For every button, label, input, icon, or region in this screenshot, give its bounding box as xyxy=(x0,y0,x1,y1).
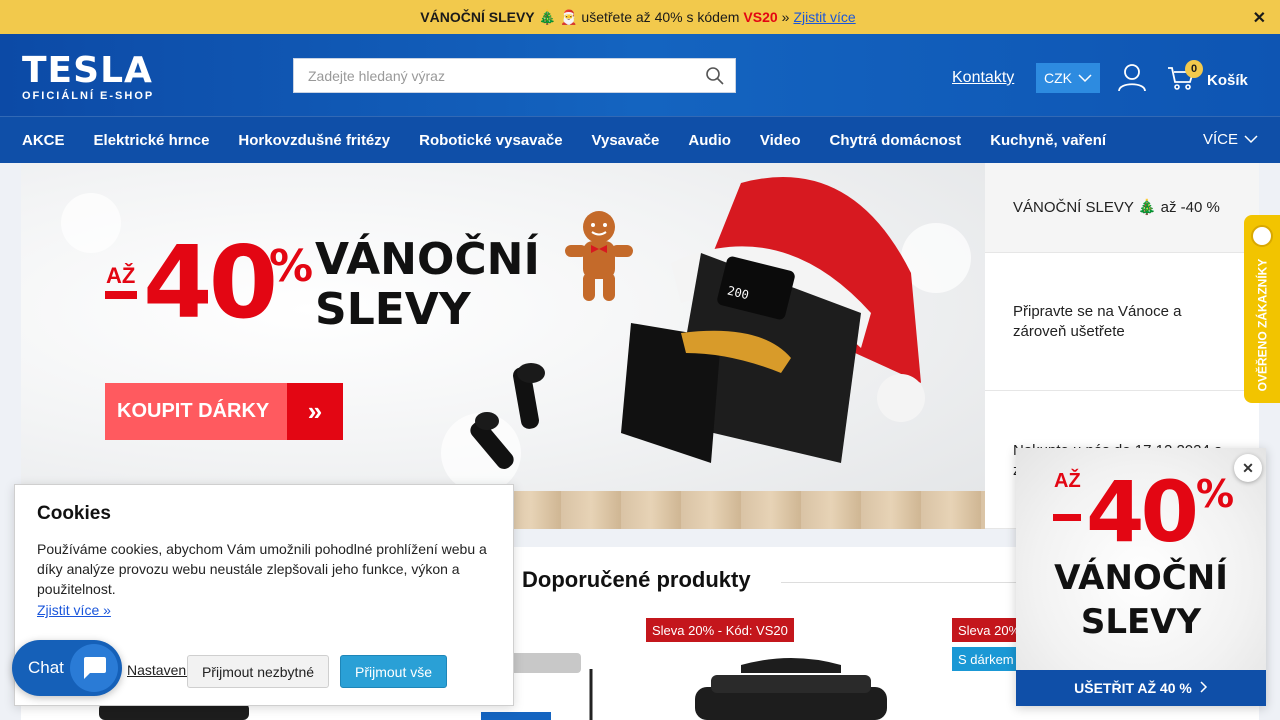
christmas-emoji-icon: 🎄 🎅 xyxy=(538,8,578,25)
promo-popup[interactable]: AŽ 40 % VÁNOČNÍ SLEVY UŠETŘIT AŽ 40 % ✕ xyxy=(1016,448,1266,706)
hero-percent: % xyxy=(269,241,314,292)
nav-item-vacuums[interactable]: Vysavače xyxy=(592,132,660,149)
verified-by-customers-badge[interactable]: OVĚŘENO ZÁKAZNÍKY xyxy=(1244,215,1280,403)
hero-title-line2: SLEVY xyxy=(315,284,471,335)
search-input[interactable] xyxy=(294,59,684,92)
chat-label: Chat xyxy=(28,658,64,677)
hero-minus-sign xyxy=(105,291,137,299)
popup-cta-button[interactable]: UŠETŘIT AŽ 40 % xyxy=(1016,670,1266,706)
popup-close-button[interactable]: ✕ xyxy=(1234,454,1262,482)
accept-necessary-button[interactable]: Přijmout nezbytné xyxy=(187,655,329,688)
nav-item-smart-home[interactable]: Chytrá domácnost xyxy=(829,132,961,149)
user-account-icon[interactable] xyxy=(1117,62,1147,97)
popup-percent: % xyxy=(1196,472,1235,516)
air-fryer-with-santa-hat-image: 200 xyxy=(621,177,925,463)
currency-select[interactable]: CZK xyxy=(1036,63,1100,93)
main-navigation: AKCE Elektrické hrnce Horkovzdušné frité… xyxy=(0,116,1280,163)
heading-divider xyxy=(781,582,1031,583)
promo-code: VS20 xyxy=(743,9,778,25)
site-header: TESLA OFICIÁLNÍ E-SHOP Kontakty CZK 0 Ko… xyxy=(0,34,1280,116)
promo-close-icon[interactable]: ✕ xyxy=(1253,8,1266,28)
search-icon[interactable] xyxy=(705,66,725,91)
chat-bubble-icon xyxy=(70,644,118,692)
side-panel-item[interactable]: Připravte se na Vánoce a zároveň ušetřet… xyxy=(985,253,1259,391)
hero-banner[interactable]: AŽ 40 % VÁNOČNÍ SLEVY KOUPIT DÁRKY » 200 xyxy=(21,163,985,529)
promo-more-link[interactable]: Zjistit více xyxy=(793,9,855,25)
nav-item-video[interactable]: Video xyxy=(760,132,801,149)
chevron-right-icon xyxy=(1200,680,1208,696)
cart-button[interactable]: 0 Košík xyxy=(1167,60,1248,97)
popup-title-line1: VÁNOČNÍ xyxy=(1054,558,1228,598)
currency-value: CZK xyxy=(1044,70,1072,86)
hero-az: AŽ xyxy=(106,263,136,288)
cookie-text: Používáme cookies, abychom Vám umožnili … xyxy=(37,541,487,597)
popup-az: AŽ xyxy=(1054,470,1081,492)
nav-item-robot-vacuums[interactable]: Robotické vysavače xyxy=(419,132,562,149)
chevron-down-icon xyxy=(1078,70,1092,86)
hero-cta-button[interactable]: KOUPIT DÁRKY » xyxy=(105,383,343,440)
nav-more-button[interactable]: VÍCE xyxy=(1203,131,1258,148)
hero-discount: 40 xyxy=(143,224,278,341)
promo-separator: » xyxy=(781,9,790,25)
earbuds-image xyxy=(470,363,545,469)
product-image[interactable] xyxy=(681,657,901,720)
discount-tag: Sleva 20% - Kód: VS20 xyxy=(646,618,794,642)
hero-title-line1: VÁNOČNÍ xyxy=(315,234,540,285)
nav-item-kitchen[interactable]: Kuchyně, vaření xyxy=(990,132,1106,149)
nav-item-akce[interactable]: AKCE xyxy=(22,132,65,149)
search-box xyxy=(293,58,736,93)
logo[interactable]: TESLA OFICIÁLNÍ E-SHOP xyxy=(22,50,155,103)
cart-label: Košík xyxy=(1207,72,1248,89)
nav-item-air-fryers[interactable]: Horkovzdušné fritézy xyxy=(238,132,390,149)
hero-cta-label: KOUPIT DÁRKY xyxy=(105,383,287,440)
accept-all-button[interactable]: Přijmout vše xyxy=(340,655,447,688)
logo-subtitle: OFICIÁLNÍ E-SHOP xyxy=(22,90,155,102)
nav-more-label: VÍCE xyxy=(1202,131,1238,148)
bokeh-light xyxy=(61,193,121,253)
contacts-link[interactable]: Kontakty xyxy=(952,69,1014,87)
cookie-title: Cookies xyxy=(37,503,111,524)
verified-text: OVĚŘENO ZÁKAZNÍKY xyxy=(1255,258,1269,392)
recommended-heading: Doporučené produkty xyxy=(522,567,751,592)
popup-minus-sign xyxy=(1053,514,1081,521)
cookie-more-link[interactable]: Zjistit více » xyxy=(37,602,111,618)
popup-discount: 40 xyxy=(1086,463,1199,561)
nav-item-electric-pots[interactable]: Elektrické hrnce xyxy=(94,132,210,149)
chevron-down-icon xyxy=(1244,131,1258,148)
promo-bar: VÁNOČNÍ SLEVY 🎄 🎅 ušetřete až 40% s kóde… xyxy=(0,0,1280,34)
chat-button[interactable]: Chat xyxy=(12,640,122,696)
double-chevron-icon: » xyxy=(287,383,343,440)
cart-count-badge: 0 xyxy=(1185,60,1203,78)
cookie-settings-link[interactable]: Nastavení xyxy=(127,662,190,678)
side-panel-item[interactable]: VÁNOČNÍ SLEVY 🎄 až -40 % xyxy=(985,163,1259,253)
popup-title-line2: SLEVY xyxy=(1080,602,1202,642)
logo-brand: TESLA xyxy=(22,50,153,91)
popup-cta-label: UŠETŘIT AŽ 40 % xyxy=(1074,680,1192,696)
promo-text: ušetřete až 40% s kódem xyxy=(581,9,740,25)
promo-title: VÁNOČNÍ SLEVY xyxy=(420,9,535,25)
nav-item-audio[interactable]: Audio xyxy=(688,132,731,149)
gift-tag: S dárkem xyxy=(952,647,1020,671)
verified-seal-icon xyxy=(1251,225,1273,247)
